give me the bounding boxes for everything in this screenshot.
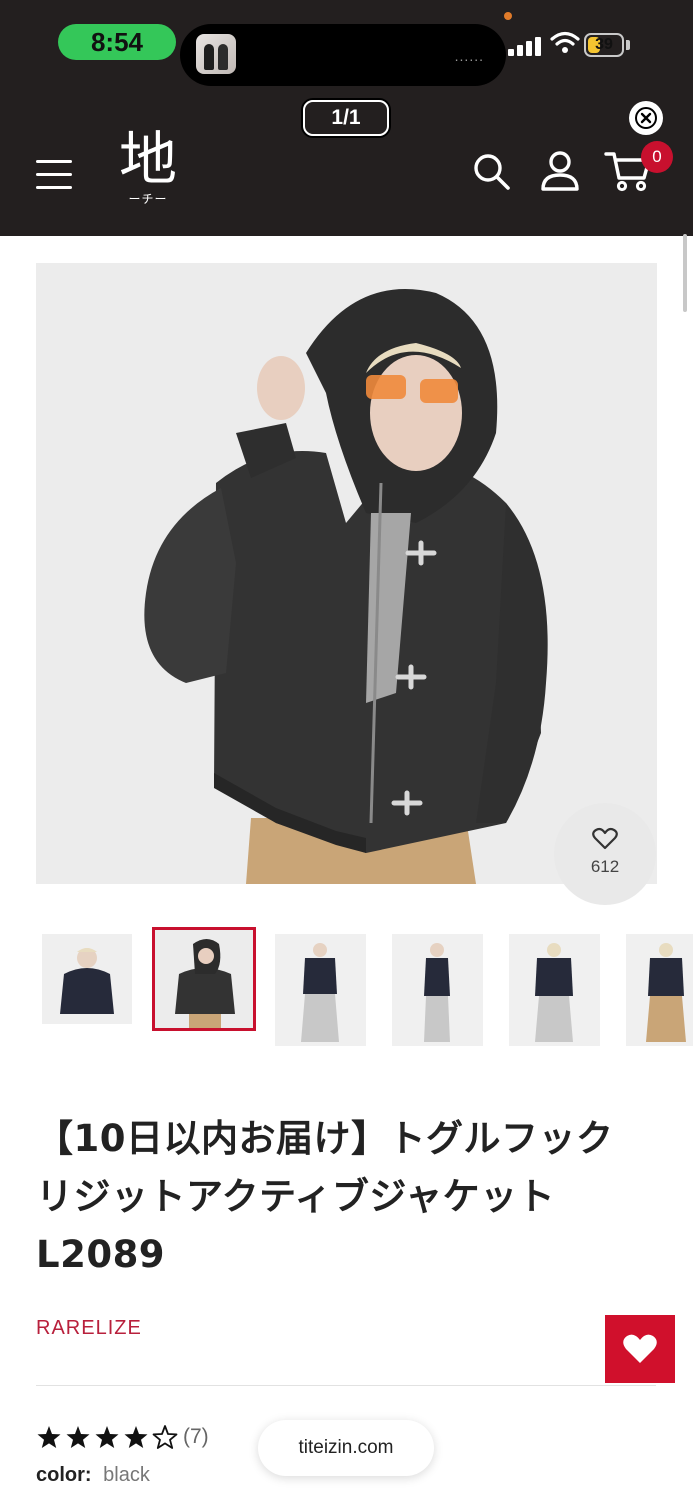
- status-bar: 8:54 ...... 39: [0, 0, 693, 90]
- page-scrollbar[interactable]: [683, 234, 687, 312]
- account-icon[interactable]: [540, 150, 580, 192]
- hamburger-menu-icon[interactable]: [36, 160, 72, 190]
- thumbnail-2-selected[interactable]: [152, 927, 256, 1031]
- logo-subtext: ーチー: [128, 192, 168, 206]
- product-title: 【10日以内お届け】トグルフック リジットアクティブジャケット L2089: [36, 1110, 656, 1284]
- thumbnail-6[interactable]: [626, 934, 693, 1046]
- privacy-indicator-dot: [504, 12, 512, 20]
- close-button[interactable]: [629, 101, 663, 135]
- color-option: color: black: [36, 1464, 150, 1487]
- product-title-line-3: L2089: [36, 1233, 166, 1276]
- heart-icon: [623, 1334, 657, 1363]
- wishlist-button[interactable]: [605, 1315, 675, 1383]
- search-icon[interactable]: [472, 152, 512, 192]
- site-logo[interactable]: 地 ーチー: [110, 126, 186, 210]
- dynamic-island[interactable]: ......: [180, 24, 506, 86]
- brand-link[interactable]: RARELIZE: [36, 1317, 142, 1340]
- browser-url-bar[interactable]: titeizin.com: [258, 1420, 434, 1476]
- star-outline-icon: [152, 1425, 178, 1449]
- divider: [36, 1385, 656, 1386]
- star-filled-icon: [37, 1426, 61, 1448]
- star-filled-icon: [95, 1426, 119, 1448]
- favorite-button[interactable]: 612: [554, 803, 656, 905]
- battery-icon: 39: [584, 33, 624, 57]
- close-icon: [635, 107, 657, 129]
- product-title-line-2: リジットアクティブジャケット: [36, 1175, 556, 1218]
- wifi-icon: [550, 31, 580, 53]
- product-rating[interactable]: (7): [36, 1422, 209, 1452]
- thumbnail-1[interactable]: [42, 934, 132, 1024]
- thumbnail-5[interactable]: [509, 934, 600, 1046]
- cart-count-badge: 0: [641, 141, 673, 173]
- cellular-signal-icon: [508, 34, 546, 56]
- now-playing-thumbnail: [196, 34, 236, 74]
- logo-mark: 地: [118, 125, 177, 193]
- status-time: 8:54: [58, 24, 176, 60]
- color-value: black: [103, 1464, 150, 1486]
- review-count: (7): [183, 1425, 209, 1448]
- model-jacket-photo: [36, 263, 657, 884]
- star-filled-icon: [66, 1426, 90, 1448]
- heart-outline-icon: [592, 827, 618, 850]
- site-header: 1/1 地 ーチー 0: [0, 90, 693, 236]
- thumbnail-4[interactable]: [392, 934, 483, 1046]
- favorite-count: 612: [590, 857, 620, 876]
- island-activity-indicator: ......: [454, 48, 484, 64]
- page-indicator: 1/1: [303, 100, 389, 136]
- color-label: color:: [36, 1464, 92, 1486]
- product-title-line-1: 【10日以内お届け】トグルフック: [36, 1117, 614, 1160]
- product-main-image[interactable]: [36, 263, 657, 884]
- thumbnail-3[interactable]: [275, 934, 366, 1046]
- battery-percent: 39: [595, 36, 613, 53]
- star-filled-icon: [124, 1426, 148, 1448]
